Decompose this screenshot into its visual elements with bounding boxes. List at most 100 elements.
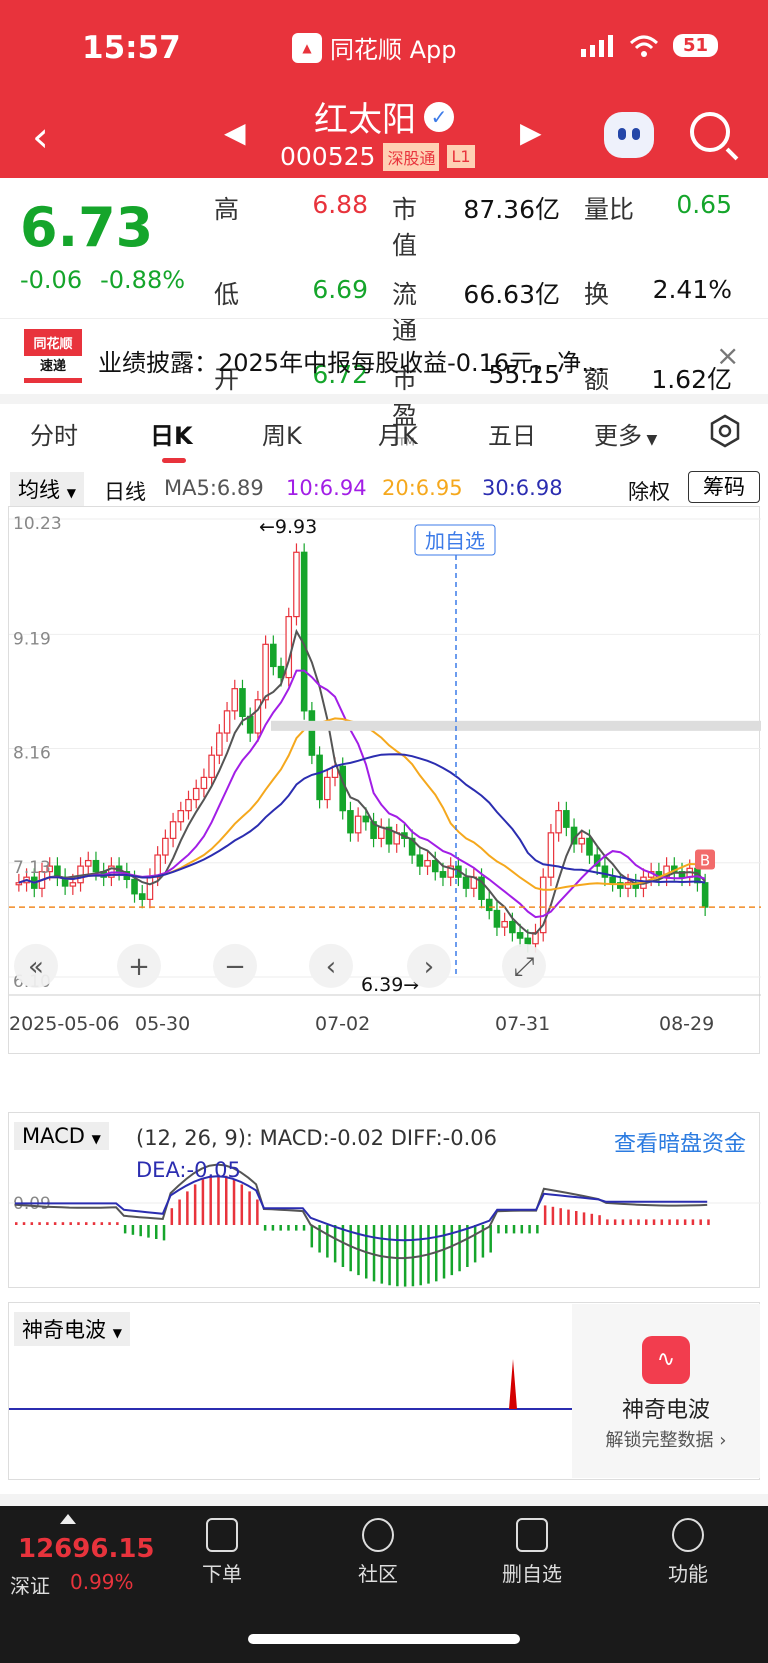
verified-icon: ✓ <box>424 101 454 132</box>
tab-five-day[interactable]: 五日 <box>488 416 536 451</box>
candle-body <box>270 643 277 668</box>
candle-body <box>339 765 347 812</box>
candle-body <box>293 551 300 618</box>
macd-values: (12, 26, 9): MACD:-0.02 DIFF:-0.06 <box>136 1126 497 1150</box>
status-app: ▲ 同花顺 App <box>292 30 457 65</box>
macd-bar <box>326 1225 329 1258</box>
robot-eye <box>618 128 626 140</box>
zoom-out-icon-glyph[interactable]: − <box>224 952 246 982</box>
back-button[interactable]: ‹ <box>32 112 49 161</box>
tab-intraday[interactable]: 分时 <box>30 416 78 451</box>
kline-svg[interactable]: 10.239.198.167.136.10←9.936.39→加自选B«+−‹›… <box>9 507 761 1055</box>
add-watch-label[interactable]: 加自选 <box>425 529 485 553</box>
next-stock-button[interactable]: ▶ <box>520 116 542 149</box>
current-price: 6.73 <box>20 196 154 259</box>
x-axis-label: 07-02 <box>315 1013 370 1035</box>
news-banner[interactable]: 同花顺 速递 业绩披露：2025年中报每股收益-0.16元，净… × <box>0 318 768 394</box>
functions-button[interactable]: 功能 <box>638 1518 738 1587</box>
macd-bar <box>170 1208 174 1225</box>
wave-promo[interactable]: ∿ 神奇电波 解锁完整数据 › <box>572 1304 760 1478</box>
prev-stock-button[interactable]: ◀ <box>224 116 246 149</box>
macd-bar <box>388 1225 391 1286</box>
order-button[interactable]: 下单 <box>172 1518 272 1587</box>
macd-bar <box>302 1225 306 1231</box>
candle-body <box>223 710 231 734</box>
dark-pool-link[interactable]: 查看暗盘资金 <box>614 1126 746 1158</box>
y-axis-label: 8.16 <box>13 744 51 764</box>
candle-body <box>92 859 100 873</box>
wave-selector[interactable]: 神奇电波 ▼ <box>14 1312 130 1346</box>
macd-bar <box>621 1219 625 1225</box>
macd-bar <box>536 1225 539 1234</box>
candle-body <box>424 859 431 867</box>
macd-bar <box>310 1225 314 1248</box>
fullscreen-icon-glyph[interactable]: ⤢ <box>514 952 535 982</box>
tab-daily-k[interactable]: 日K <box>150 416 193 451</box>
candle-body <box>578 837 586 845</box>
news-logo-top: 同花顺 <box>33 337 73 352</box>
tab-indicator <box>162 458 186 463</box>
macd-bar <box>271 1225 275 1231</box>
promo-unlock-link[interactable]: 解锁完整数据 › <box>572 1426 760 1452</box>
macd-bar <box>263 1225 267 1231</box>
ma10-line <box>18 669 706 919</box>
macd-bar <box>217 1174 220 1225</box>
candle-body <box>347 810 354 834</box>
scroll-right-icon-glyph[interactable]: › <box>424 952 434 982</box>
expand-up-icon[interactable] <box>60 1514 76 1524</box>
candle-body <box>231 688 239 712</box>
macd-bar <box>209 1175 212 1225</box>
settings-icon[interactable] <box>708 414 742 448</box>
candle-body <box>601 865 609 878</box>
high-value: 6.88 <box>312 190 368 219</box>
macd-params: (12, 26, 9): <box>136 1126 253 1150</box>
assistant-robot-icon[interactable] <box>604 112 654 158</box>
collapse-icon-glyph[interactable]: « <box>28 952 44 982</box>
tab-monthly-k[interactable]: 月K <box>378 416 418 451</box>
macd-bar <box>279 1225 282 1231</box>
index-value[interactable]: 12696.15 <box>18 1534 155 1564</box>
scroll-left-icon-glyph[interactable]: ‹ <box>326 952 336 982</box>
tab-more[interactable]: 更多 ▼ <box>594 416 657 451</box>
remove-watch-button[interactable]: 删自选 <box>482 1518 582 1587</box>
stock-code-row: 000525 深股通 L1 <box>280 142 475 171</box>
candle-body <box>701 882 709 908</box>
robot-eye <box>632 128 640 140</box>
candle-body <box>324 776 331 801</box>
close-icon[interactable]: × <box>716 339 739 372</box>
zoom-in-icon-glyph[interactable]: + <box>128 952 150 982</box>
macd-bar <box>147 1225 150 1238</box>
news-text[interactable]: 业绩披露：2025年中报每股收益-0.16元，净… <box>98 343 688 378</box>
news-logo-bottom: 速递 <box>24 356 82 378</box>
candle-body <box>131 878 138 895</box>
chip-button[interactable]: 筹码 <box>688 471 760 503</box>
candle-body <box>162 837 169 856</box>
search-icon[interactable] <box>690 112 730 152</box>
tab-weekly-k[interactable]: 周K <box>262 416 302 451</box>
macd-bar <box>341 1225 345 1267</box>
promo-title: 神奇电波 <box>621 1398 710 1423</box>
candle-body <box>138 893 146 900</box>
macd-bar <box>442 1225 446 1279</box>
macd-bar <box>201 1179 205 1225</box>
candle-body <box>185 798 192 812</box>
community-button[interactable]: 社区 <box>328 1518 428 1587</box>
macd-bar <box>645 1219 648 1225</box>
candle-body <box>431 859 439 873</box>
fq-toggle[interactable]: 除权 <box>628 476 670 506</box>
quote-panel: 6.73 -0.06 -0.88% 高 6.88 市值 87.36亿 量比 0.… <box>0 178 768 449</box>
macd-selector[interactable]: MACD ▼ <box>14 1122 109 1150</box>
macd-bar <box>240 1184 244 1225</box>
functions-label: 功能 <box>668 1562 708 1586</box>
caret-down-icon: ▼ <box>91 1132 101 1146</box>
order-label: 下单 <box>202 1562 242 1586</box>
kline-chart[interactable]: 10.239.198.167.136.10←9.936.39→加自选B«+−‹›… <box>8 506 761 1055</box>
macd-bar <box>193 1184 197 1225</box>
candle-body <box>524 937 532 945</box>
macd-bar <box>333 1225 337 1263</box>
ma10-value: 10:6.94 <box>286 476 367 500</box>
macd-bar <box>403 1225 407 1287</box>
macd-bar <box>178 1199 181 1225</box>
macd-bar <box>699 1219 702 1225</box>
macd-bar <box>100 1222 104 1225</box>
